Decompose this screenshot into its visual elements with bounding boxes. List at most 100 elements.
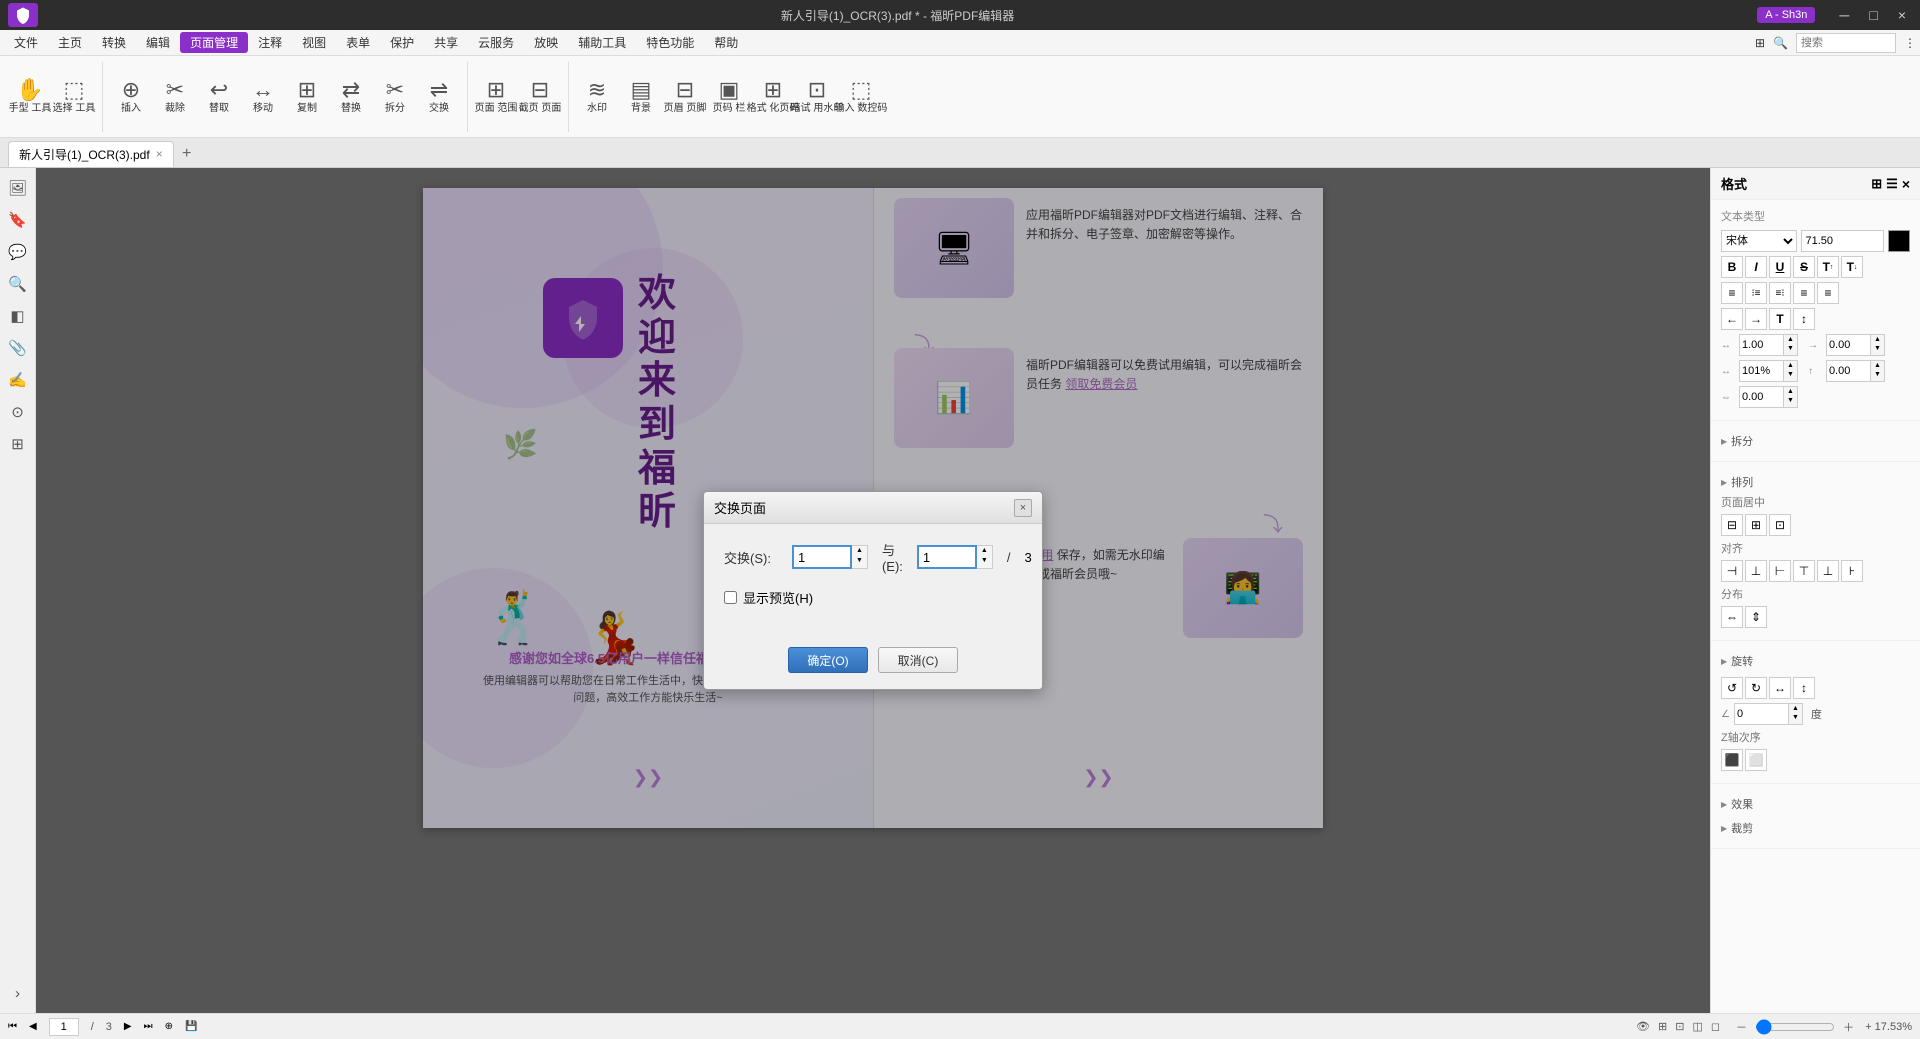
sidebar-stamp-icon[interactable]: ⊙ bbox=[4, 398, 32, 426]
sidebar-expand-icon[interactable]: › bbox=[4, 979, 32, 1007]
format-page-num-button[interactable]: ⊞ 格式 化页码 bbox=[751, 64, 795, 130]
watermark-button[interactable]: ≋ 水印 bbox=[575, 64, 619, 130]
font-select[interactable]: 宋体 bbox=[1721, 230, 1797, 252]
sidebar-search-icon[interactable]: 🔍 bbox=[4, 270, 32, 298]
menu-cloud[interactable]: 云服务 bbox=[468, 32, 524, 53]
preview-checkbox[interactable] bbox=[724, 591, 737, 604]
zoom-slider[interactable] bbox=[1755, 1019, 1835, 1035]
close-button[interactable]: × bbox=[1892, 7, 1912, 23]
italic-button[interactable]: I bbox=[1745, 256, 1767, 278]
panel-grid-view-icon[interactable]: ⊞ bbox=[1871, 176, 1882, 192]
exchange-down-arrow[interactable]: ▼ bbox=[852, 556, 867, 566]
sidebar-layer-icon[interactable]: ◧ bbox=[4, 302, 32, 330]
exchange-input[interactable] bbox=[792, 545, 852, 569]
barcode-button[interactable]: ⬚ 输入 数控码 bbox=[839, 64, 883, 130]
next-next-page-button[interactable]: ⏭ bbox=[144, 1021, 153, 1032]
char-space-up[interactable]: ▲ bbox=[1784, 387, 1797, 396]
zoom-out-button[interactable]: － bbox=[1736, 1019, 1747, 1035]
search-input[interactable] bbox=[1796, 33, 1896, 53]
bold-button[interactable]: B bbox=[1721, 256, 1743, 278]
spacing-down2[interactable]: ▼ bbox=[1871, 344, 1884, 353]
rotate-cw90-button[interactable]: ↻ bbox=[1745, 677, 1767, 699]
move-button[interactable]: ↔ 移动 bbox=[241, 64, 285, 130]
zoom-in-button[interactable]: ＋ bbox=[1843, 1019, 1854, 1035]
maximize-button[interactable]: □ bbox=[1863, 7, 1883, 23]
scale-up[interactable]: ▲ bbox=[1784, 361, 1797, 370]
flip-v-button[interactable]: ↕ bbox=[1793, 677, 1815, 699]
ocr-button[interactable]: ⊡ 暗试 用水印 bbox=[795, 64, 839, 130]
center-h-button[interactable]: ⊟ bbox=[1721, 514, 1743, 536]
menu-comment[interactable]: 注释 bbox=[248, 32, 292, 53]
flip-h-button[interactable]: ↔ bbox=[1769, 677, 1791, 699]
split-button[interactable]: ✂ 拆分 bbox=[373, 64, 417, 130]
page-range-button[interactable]: ⊞ 页面 范围 bbox=[474, 64, 518, 130]
tab-main-doc[interactable]: 新人引导(1)_OCR(3).pdf × bbox=[8, 141, 174, 167]
center-both-button[interactable]: ⊡ bbox=[1769, 514, 1791, 536]
cancel-button[interactable]: 取消(C) bbox=[878, 647, 958, 673]
rotate-toggle[interactable]: 旋转 bbox=[1721, 649, 1910, 673]
spacing-val1[interactable] bbox=[1739, 334, 1784, 356]
single-page-icon[interactable]: ◫ bbox=[1692, 1020, 1702, 1033]
menu-assist[interactable]: 辅助工具 bbox=[568, 32, 636, 53]
offset-up[interactable]: ▲ bbox=[1871, 361, 1884, 370]
menu-present[interactable]: 放映 bbox=[524, 32, 568, 53]
exchange-up-arrow[interactable]: ▲ bbox=[852, 546, 867, 556]
with-up-arrow[interactable]: ▲ bbox=[977, 546, 992, 556]
preview-label[interactable]: 显示预览(H) bbox=[743, 588, 813, 607]
align-ttop-button[interactable]: ⊤ bbox=[1793, 560, 1815, 582]
add-page-button[interactable]: ⊕ bbox=[165, 1021, 173, 1032]
char-space-down[interactable]: ▼ bbox=[1784, 396, 1797, 405]
panel-close-icon[interactable]: × bbox=[1902, 176, 1910, 192]
menu-home[interactable]: 主页 bbox=[48, 32, 92, 53]
rotate-deg-input[interactable] bbox=[1734, 703, 1789, 725]
view-mode-icon[interactable]: 👁 bbox=[1636, 1020, 1650, 1033]
tab-add-button[interactable]: + bbox=[174, 141, 200, 167]
menu-form[interactable]: 表单 bbox=[336, 32, 380, 53]
with-input[interactable] bbox=[917, 545, 977, 569]
align-justify-button[interactable]: ≡ bbox=[1793, 282, 1815, 304]
page-number-input[interactable] bbox=[49, 1018, 79, 1036]
sidebar-pages-icon[interactable]: ⊞ bbox=[4, 430, 32, 458]
align-right-button[interactable]: ≡⁝ bbox=[1769, 282, 1791, 304]
prev-page-button[interactable]: ◀ bbox=[29, 1021, 37, 1032]
arrange-toggle[interactable]: 排列 bbox=[1721, 470, 1910, 494]
replace-button[interactable]: ⇄ 替换 bbox=[329, 64, 373, 130]
minimize-button[interactable]: ─ bbox=[1833, 7, 1855, 23]
scale-val[interactable] bbox=[1739, 360, 1784, 382]
menu-convert[interactable]: 转换 bbox=[92, 32, 136, 53]
indent-right-button[interactable]: → bbox=[1745, 308, 1767, 330]
menu-help[interactable]: 帮助 bbox=[704, 32, 748, 53]
save-page-button[interactable]: 💾 bbox=[185, 1021, 197, 1032]
crop-button[interactable]: ✂ 裁除 bbox=[153, 64, 197, 130]
more-icon[interactable]: ⋮ bbox=[1904, 36, 1916, 50]
strikethrough-button[interactable]: S bbox=[1793, 256, 1815, 278]
dialog-close-button[interactable]: × bbox=[1014, 499, 1032, 517]
clip-toggle[interactable]: 裁剪 bbox=[1721, 816, 1910, 840]
menu-page-manage[interactable]: 页面管理 bbox=[180, 32, 248, 53]
insert-button[interactable]: ⊕ 插入 bbox=[109, 64, 153, 130]
align-tbottom-button[interactable]: ⊦ bbox=[1841, 560, 1863, 582]
background-button[interactable]: ▤ 背景 bbox=[619, 64, 663, 130]
rotate-ccw90-button[interactable]: ↺ bbox=[1721, 677, 1743, 699]
align-justify2-button[interactable]: ≡ bbox=[1817, 282, 1839, 304]
scale-down[interactable]: ▼ bbox=[1784, 370, 1797, 379]
prev-prev-page-button[interactable]: ⏮ bbox=[8, 1021, 17, 1032]
confirm-button[interactable]: 确定(O) bbox=[788, 647, 868, 673]
line-height-button[interactable]: ↕ bbox=[1793, 308, 1815, 330]
page-num-button[interactable]: ▣ 页码 栏 bbox=[707, 64, 751, 130]
align-left-button[interactable]: ≡ bbox=[1721, 282, 1743, 304]
menu-file[interactable]: 文件 bbox=[4, 32, 48, 53]
font-size-input[interactable] bbox=[1801, 230, 1885, 252]
effect-toggle[interactable]: 效果 bbox=[1721, 792, 1910, 816]
tab-close-button[interactable]: × bbox=[156, 147, 163, 161]
panel-list-view-icon[interactable]: ☰ bbox=[1886, 176, 1898, 192]
offset-val[interactable] bbox=[1826, 360, 1871, 382]
layout-icon[interactable]: ⊞ bbox=[1755, 36, 1765, 50]
spacing-down1[interactable]: ▼ bbox=[1784, 344, 1797, 353]
spacing-up1[interactable]: ▲ bbox=[1784, 335, 1797, 344]
dist-h-button[interactable]: ⇔ bbox=[1721, 606, 1743, 628]
fit-page-icon[interactable]: ⊞ bbox=[1658, 1020, 1667, 1033]
text-scale-button[interactable]: T bbox=[1769, 308, 1791, 330]
header-footer-button[interactable]: ⊟ 页眉 页脚 bbox=[663, 64, 707, 130]
fit-width-icon[interactable]: ⊡ bbox=[1675, 1020, 1684, 1033]
